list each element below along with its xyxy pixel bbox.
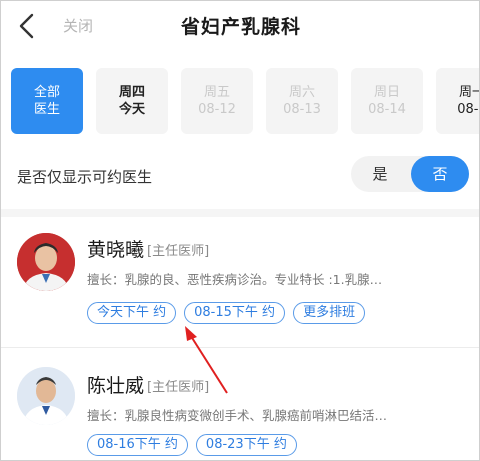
date-tab-line2: 08-1 [457, 102, 479, 117]
date-selector: 全部 医生 周四 今天 周五 08-12 周六 08-13 周日 08-14 周… [1, 61, 479, 141]
doctor-specialty: 擅长：乳腺良性病变微创手术、乳腺癌前哨淋巴结活… [87, 408, 388, 423]
available-filter-label: 是否仅显示可约医生 [17, 168, 153, 186]
date-tab-line2: 今天 [118, 102, 145, 117]
slot-button[interactable]: 08-23下午 约 [195, 434, 297, 456]
doctor-name: 黄晓曦 [87, 239, 145, 261]
date-tab-line1: 周日 [373, 85, 400, 100]
available-toggle[interactable]: 是 否 [351, 156, 469, 192]
slot-button[interactable]: 08-15下午 约 [184, 302, 286, 324]
date-tab-line2: 08-14 [368, 102, 406, 117]
slot-button[interactable]: 今天下午 约 [87, 302, 177, 324]
doctor-photo-icon [17, 367, 75, 425]
slot-list: 今天下午 约 08-15下午 约 更多排班 [87, 302, 366, 324]
date-tab-line1: 周四 [118, 85, 145, 100]
date-tab-0812[interactable]: 周五 08-12 [181, 68, 253, 134]
doctor-title: [主任医师] [147, 380, 210, 395]
slot-button[interactable]: 08-16下午 约 [87, 434, 188, 456]
date-tab-line1: 周一 [458, 85, 479, 100]
section-divider [1, 209, 479, 217]
toggle-option-yes[interactable]: 是 [351, 156, 409, 192]
date-tab-all[interactable]: 全部 医生 [11, 68, 83, 134]
header: 关闭 省妇产乳腺科 [1, 1, 479, 53]
row-divider [1, 347, 479, 348]
date-tab-0813[interactable]: 周六 08-13 [266, 68, 338, 134]
slot-list: 08-16下午 约 08-23下午 约 [87, 434, 297, 456]
doctor-specialty: 擅长：乳腺的良、恶性疾病诊治。专业特长 :1.乳腺… [87, 272, 383, 287]
doctor-name: 陈壮威 [87, 375, 145, 397]
page-title: 省妇产乳腺科 [180, 16, 301, 38]
toggle-option-no[interactable]: 否 [411, 156, 469, 192]
date-tab-line2: 08-13 [283, 102, 321, 117]
date-tab-line1: 周六 [288, 85, 315, 100]
doctor-photo-icon [17, 233, 75, 291]
date-tab-0814[interactable]: 周日 08-14 [351, 68, 423, 134]
date-tab-monday[interactable]: 周一 08-1 [436, 68, 479, 134]
date-tab-line2: 医生 [33, 102, 60, 117]
app-frame: 关闭 省妇产乳腺科 全部 医生 周四 今天 周五 08-12 周六 08-13 … [0, 0, 480, 461]
more-schedule-button[interactable]: 更多排班 [293, 302, 366, 324]
date-tab-today[interactable]: 周四 今天 [96, 68, 168, 134]
date-tab-line1: 周五 [203, 85, 230, 100]
date-tab-line2: 08-12 [198, 102, 236, 117]
doctor-title: [主任医师] [147, 244, 210, 259]
avatar [17, 367, 75, 425]
avatar [17, 233, 75, 291]
date-tab-line1: 全部 [33, 85, 60, 100]
